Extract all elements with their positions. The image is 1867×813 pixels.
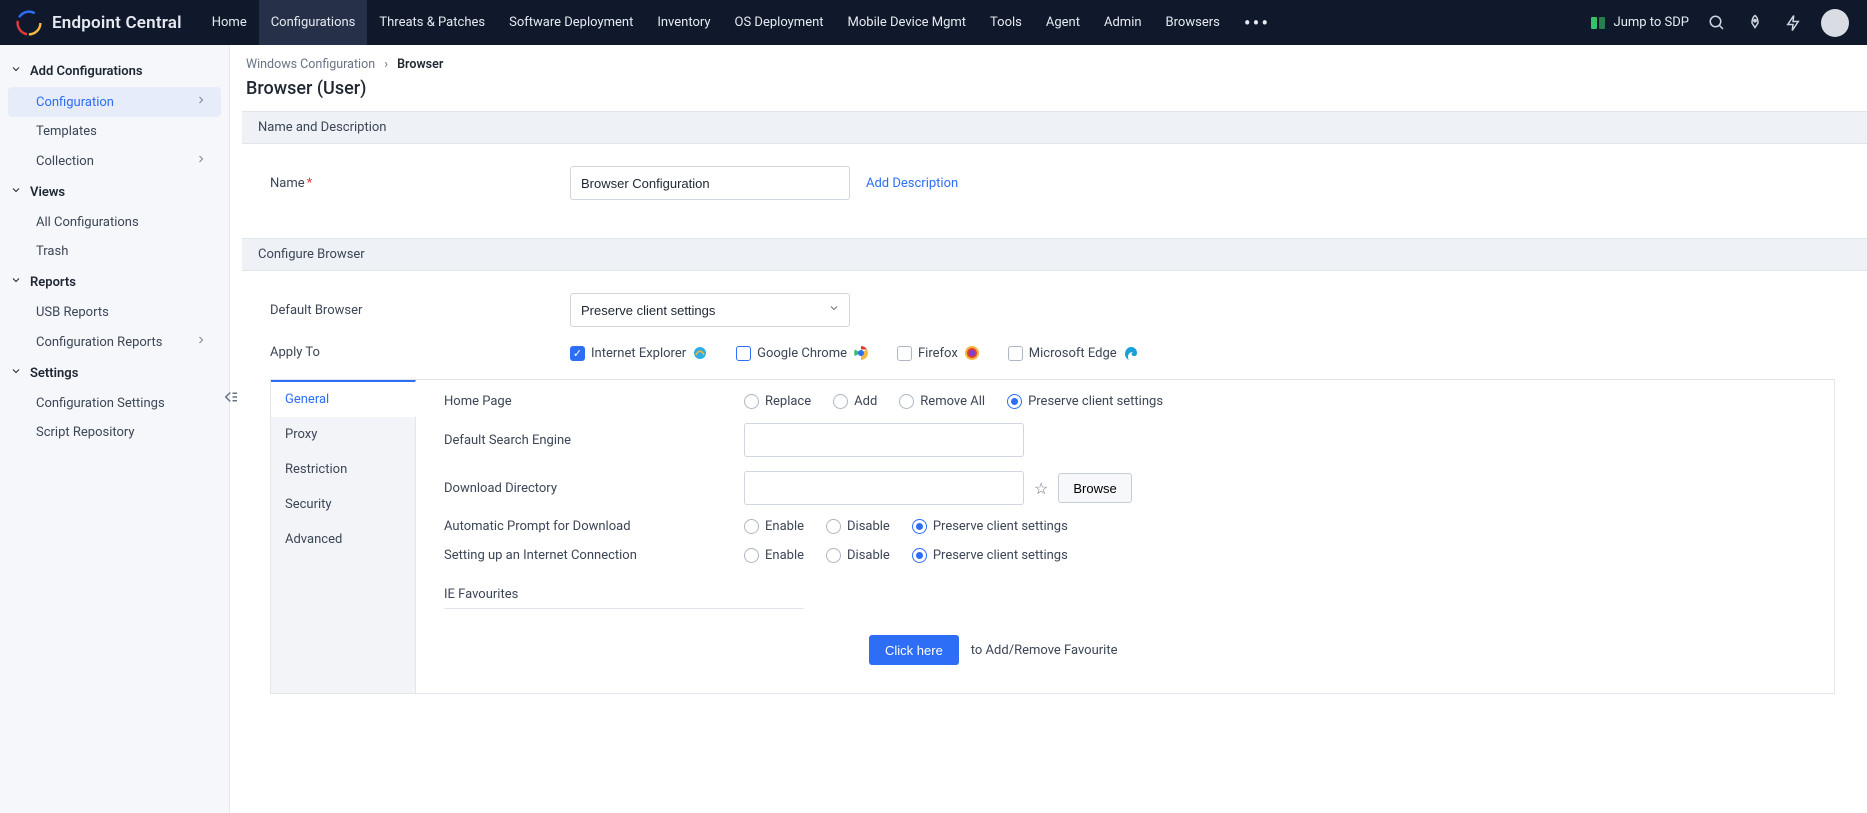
tab-restriction[interactable]: Restriction: [271, 452, 415, 487]
sidebar: Add ConfigurationsConfigurationTemplates…: [0, 45, 230, 813]
bolt-icon[interactable]: [1783, 13, 1803, 33]
nav-item-home[interactable]: Home: [200, 0, 259, 45]
sidebar-item-all-configurations[interactable]: All Configurations: [8, 208, 221, 237]
auto-prompt-label: Automatic Prompt for Download: [444, 519, 744, 534]
nav-item-admin[interactable]: Admin: [1092, 0, 1154, 45]
auto-prompt-options: Enable Disable Preserve client settings: [744, 519, 1068, 534]
apply-to-google-chrome[interactable]: Google Chrome: [736, 345, 869, 361]
tab-general-content: Home Page Replace Add Remove All Preserve c…: [416, 380, 1834, 693]
click-here-button[interactable]: Click here: [869, 635, 959, 665]
sidebar-item-trash[interactable]: Trash: [8, 237, 221, 266]
config-name-input[interactable]: [570, 166, 850, 200]
name-label: Name*: [270, 176, 570, 191]
breadcrumb-sep: ›: [384, 57, 388, 72]
search-engine-label: Default Search Engine: [444, 433, 744, 448]
nav-item-os-deployment[interactable]: OS Deployment: [723, 0, 836, 45]
apply-to-firefox[interactable]: Firefox: [897, 345, 980, 361]
home-page-option-replace[interactable]: Replace: [744, 394, 811, 409]
navbar-right: Jump to SDP: [1590, 9, 1855, 37]
nav-more[interactable]: •••: [1232, 11, 1282, 35]
sidebar-item-configuration-reports[interactable]: Configuration Reports: [8, 327, 221, 357]
search-icon[interactable]: [1707, 13, 1727, 33]
fav-hint-text: to Add/Remove Favourite: [971, 643, 1118, 658]
section-name-desc-body: Name* Add Description: [230, 144, 1867, 238]
tab-proxy[interactable]: Proxy: [271, 417, 415, 452]
jump-sdp-label: Jump to SDP: [1614, 15, 1689, 30]
auto-prompt-option-enable[interactable]: Enable: [744, 519, 804, 534]
setup-conn-option-preserve-client-settings[interactable]: Preserve client settings: [912, 548, 1068, 563]
section-configure-header: Configure Browser: [242, 238, 1867, 271]
home-page-option-add[interactable]: Add: [833, 394, 877, 409]
breadcrumb-root[interactable]: Windows Configuration: [246, 57, 375, 72]
sidebar-item-templates[interactable]: Templates: [8, 117, 221, 146]
sidebar-collapse-handle[interactable]: [219, 385, 243, 409]
home-page-option-remove-all[interactable]: Remove All: [899, 394, 985, 409]
setup-conn-option-disable[interactable]: Disable: [826, 548, 890, 563]
nav-item-agent[interactable]: Agent: [1034, 0, 1092, 45]
breadcrumb: Windows Configuration › Browser: [230, 45, 1867, 78]
nav-item-mobile-device-mgmt[interactable]: Mobile Device Mgmt: [836, 0, 979, 45]
sidebar-group-reports[interactable]: Reports: [0, 266, 229, 298]
nav-item-tools[interactable]: Tools: [978, 0, 1034, 45]
auto-prompt-option-preserve-client-settings[interactable]: Preserve client settings: [912, 519, 1068, 534]
sidebar-group-views[interactable]: Views: [0, 176, 229, 208]
sidebar-group-add-configurations[interactable]: Add Configurations: [0, 55, 229, 87]
sidebar-group-settings[interactable]: Settings: [0, 357, 229, 389]
home-page-options: Replace Add Remove All Preserve client sett…: [744, 394, 1163, 409]
browser-settings-panel: GeneralProxyRestrictionSecurityAdvanced …: [270, 379, 1835, 694]
default-browser-label: Default Browser: [270, 303, 570, 318]
nav-item-configurations[interactable]: Configurations: [259, 0, 368, 45]
sidebar-item-configuration[interactable]: Configuration: [8, 87, 221, 117]
apply-to-options: ✓Internet Explorer Google Chrome Firefox Mi…: [570, 345, 1139, 361]
tab-general[interactable]: General: [271, 380, 416, 417]
section-name-desc-header: Name and Description: [242, 111, 1867, 144]
rocket-icon[interactable]: [1745, 13, 1765, 33]
search-engine-input[interactable]: [744, 423, 1024, 457]
page-title: Browser (User): [230, 78, 1867, 111]
ie-fav-header: IE Favourites: [444, 587, 804, 609]
download-dir-input[interactable]: [744, 471, 1024, 505]
sidebar-item-configuration-settings[interactable]: Configuration Settings: [8, 389, 221, 418]
auto-prompt-option-disable[interactable]: Disable: [826, 519, 890, 534]
apply-to-microsoft-edge[interactable]: Microsoft Edge: [1008, 345, 1139, 361]
sidebar-item-usb-reports[interactable]: USB Reports: [8, 298, 221, 327]
default-browser-select[interactable]: [570, 293, 850, 327]
nav-item-browsers[interactable]: Browsers: [1154, 0, 1232, 45]
star-icon[interactable]: ☆: [1034, 479, 1048, 498]
nav-item-threats-patches[interactable]: Threats & Patches: [367, 0, 497, 45]
sidebar-item-collection[interactable]: Collection: [8, 146, 221, 176]
default-browser-value[interactable]: [570, 293, 850, 327]
brand[interactable]: Endpoint Central: [0, 10, 182, 36]
browse-button[interactable]: Browse: [1058, 473, 1131, 503]
nav-item-software-deployment[interactable]: Software Deployment: [497, 0, 645, 45]
jump-to-sdp[interactable]: Jump to SDP: [1590, 15, 1689, 31]
user-avatar[interactable]: [1821, 9, 1849, 37]
home-page-label: Home Page: [444, 394, 744, 409]
section-configure-body: Default Browser Apply To ✓Internet Explo…: [230, 271, 1867, 714]
apply-to-internet-explorer[interactable]: ✓Internet Explorer: [570, 345, 708, 361]
breadcrumb-current: Browser: [397, 57, 443, 72]
sdp-icon: [1590, 15, 1606, 31]
download-dir-label: Download Directory: [444, 481, 744, 496]
tab-security[interactable]: Security: [271, 487, 415, 522]
setup-conn-option-enable[interactable]: Enable: [744, 548, 804, 563]
main-panel: Windows Configuration › Browser Browser …: [230, 45, 1867, 813]
tablist: GeneralProxyRestrictionSecurityAdvanced: [271, 380, 416, 693]
brand-logo-icon: [16, 10, 42, 36]
top-navbar: Endpoint Central HomeConfigurationsThrea…: [0, 0, 1867, 45]
nav-items: HomeConfigurationsThreats & PatchesSoftw…: [200, 0, 1232, 45]
add-description-link[interactable]: Add Description: [866, 176, 958, 191]
sidebar-item-script-repository[interactable]: Script Repository: [8, 418, 221, 447]
home-page-option-preserve-client-settings[interactable]: Preserve client settings: [1007, 394, 1163, 409]
brand-label: Endpoint Central: [52, 13, 182, 33]
setup-conn-label: Setting up an Internet Connection: [444, 548, 744, 563]
tab-advanced[interactable]: Advanced: [271, 522, 415, 557]
setup-conn-options: Enable Disable Preserve client settings: [744, 548, 1068, 563]
apply-to-label: Apply To: [270, 345, 570, 360]
nav-item-inventory[interactable]: Inventory: [645, 0, 722, 45]
